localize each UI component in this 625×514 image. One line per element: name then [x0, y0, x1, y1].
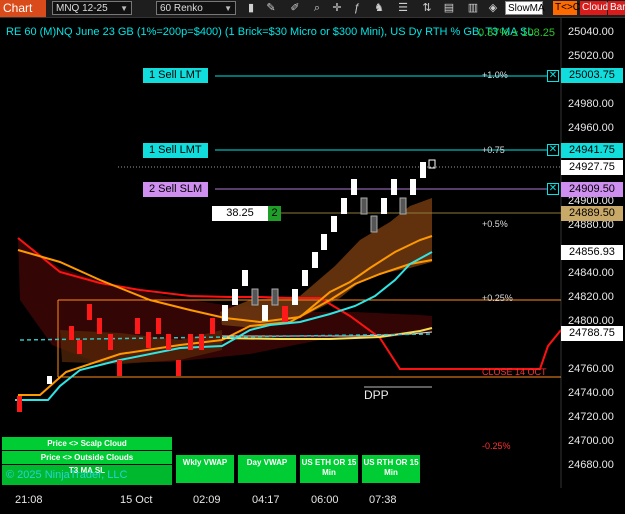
bull-brick: [292, 289, 298, 305]
time-axis-label: 02:09: [193, 494, 221, 506]
bear-brick-hollow: [271, 288, 279, 306]
bull-brick: [232, 289, 238, 305]
position-price: 24889.50: [561, 206, 623, 221]
position-pnl[interactable]: 38.25: [212, 206, 268, 221]
last-price: 24927.75: [561, 160, 623, 175]
bear-brick: [210, 318, 215, 334]
close-label: CLOSE 14 OCT: [482, 367, 547, 377]
level-label-plus075: +0.75: [482, 145, 505, 155]
bull-brick: [242, 270, 248, 286]
bear-brick-hollow: [399, 197, 407, 215]
bear-brick: [87, 304, 92, 320]
bear-brick: [77, 340, 82, 354]
bull-brick: [381, 198, 387, 214]
order-price-2: 24941.75: [561, 143, 623, 158]
bull-brick: [312, 252, 318, 268]
bull-brick: [410, 179, 416, 195]
bull-brick: [222, 305, 228, 321]
bear-brick-hollow: [360, 197, 368, 215]
time-axis-label: 06:00: [311, 494, 339, 506]
sell-stop-order[interactable]: 2 Sell SLM: [143, 182, 209, 197]
price-scalp-cloud-button[interactable]: Price <> Scalp Cloud: [2, 437, 172, 450]
price-axis-label: 24720.00: [568, 411, 614, 423]
bear-brick-hollow: [370, 215, 378, 233]
bull-brick: [331, 216, 337, 232]
time-axis-label: 04:17: [252, 494, 280, 506]
bull-brick: [341, 198, 347, 214]
bear-brick: [166, 334, 171, 350]
bear-brick: [156, 318, 161, 334]
time-axis-label: 15 Oct: [120, 494, 153, 506]
bear-brick: [146, 332, 151, 348]
bear-brick: [69, 326, 74, 340]
close-order-icon[interactable]: ✕: [547, 144, 559, 156]
time-axis-label: 07:38: [369, 494, 397, 506]
price-axis-label: 24840.00: [568, 267, 614, 279]
bear-brick: [17, 396, 22, 412]
sell-limit-order-1[interactable]: 1 Sell LMT: [143, 68, 208, 83]
us-eth-or-button[interactable]: US ETH OR 15 Min: [300, 455, 358, 483]
level-label-plus05: +0.5%: [482, 219, 508, 229]
bull-brick: [321, 234, 327, 250]
bull-brick: [262, 305, 268, 321]
order-price-3: 24909.50: [561, 182, 623, 197]
price-axis-label: 24740.00: [568, 387, 614, 399]
price-axis-label: 25040.00: [568, 26, 614, 38]
level-label-plus025: +0.25%: [482, 293, 513, 303]
price-outside-clouds-button[interactable]: Price <> Outside Clouds: [2, 451, 172, 464]
bear-brick: [199, 334, 204, 350]
bear-brick: [135, 318, 140, 334]
price-axis-label: 24680.00: [568, 459, 614, 471]
bear-brick-hollow: [251, 288, 259, 306]
bear-brick: [97, 318, 102, 334]
bull-brick: [420, 162, 426, 178]
price-axis-label: 24700.00: [568, 435, 614, 447]
bear-brick: [176, 360, 181, 376]
price-axis-label: 24980.00: [568, 98, 614, 110]
bear-brick: [188, 334, 193, 350]
close-order-icon[interactable]: ✕: [547, 183, 559, 195]
chart-title-percent: 0.87% ± 108.25: [478, 27, 555, 39]
bull-brick: [351, 179, 357, 195]
bear-brick: [117, 360, 122, 376]
position-quantity[interactable]: 2: [268, 206, 281, 221]
current-brick: [428, 159, 436, 169]
indicator-price-2: 24788.75: [561, 326, 623, 341]
us-rth-or-button[interactable]: US RTH OR 15 Min: [362, 455, 420, 483]
chart-title: RE 60 (M)NQ June 23 GB (1%=200p=$400) (1…: [6, 26, 534, 38]
day-vwap-button[interactable]: Day VWAP: [238, 455, 296, 483]
indicator-price-1: 24856.93: [561, 245, 623, 260]
level-label-plus1: +1.0%: [482, 70, 508, 80]
bull-brick: [47, 376, 52, 384]
bear-brick: [108, 334, 113, 350]
price-axis-label: 24760.00: [568, 363, 614, 375]
time-axis-label: 21:08: [15, 494, 43, 506]
weekly-vwap-button[interactable]: Wkly VWAP: [176, 455, 234, 483]
order-price-1: 25003.75: [561, 68, 623, 83]
dpp-label: DPP: [364, 388, 389, 402]
price-axis-label: 25020.00: [568, 50, 614, 62]
bull-brick: [302, 270, 308, 286]
copyright-notice: © 2025 NinjaTrader, LLC: [6, 469, 128, 481]
sell-limit-order-2[interactable]: 1 Sell LMT: [143, 143, 208, 158]
close-order-icon[interactable]: ✕: [547, 70, 559, 82]
price-axis-label: 24820.00: [568, 291, 614, 303]
level-label-minus025: -0.25%: [482, 441, 511, 451]
bull-brick: [391, 179, 397, 195]
price-axis-label: 24960.00: [568, 122, 614, 134]
bear-brick: [282, 306, 288, 322]
